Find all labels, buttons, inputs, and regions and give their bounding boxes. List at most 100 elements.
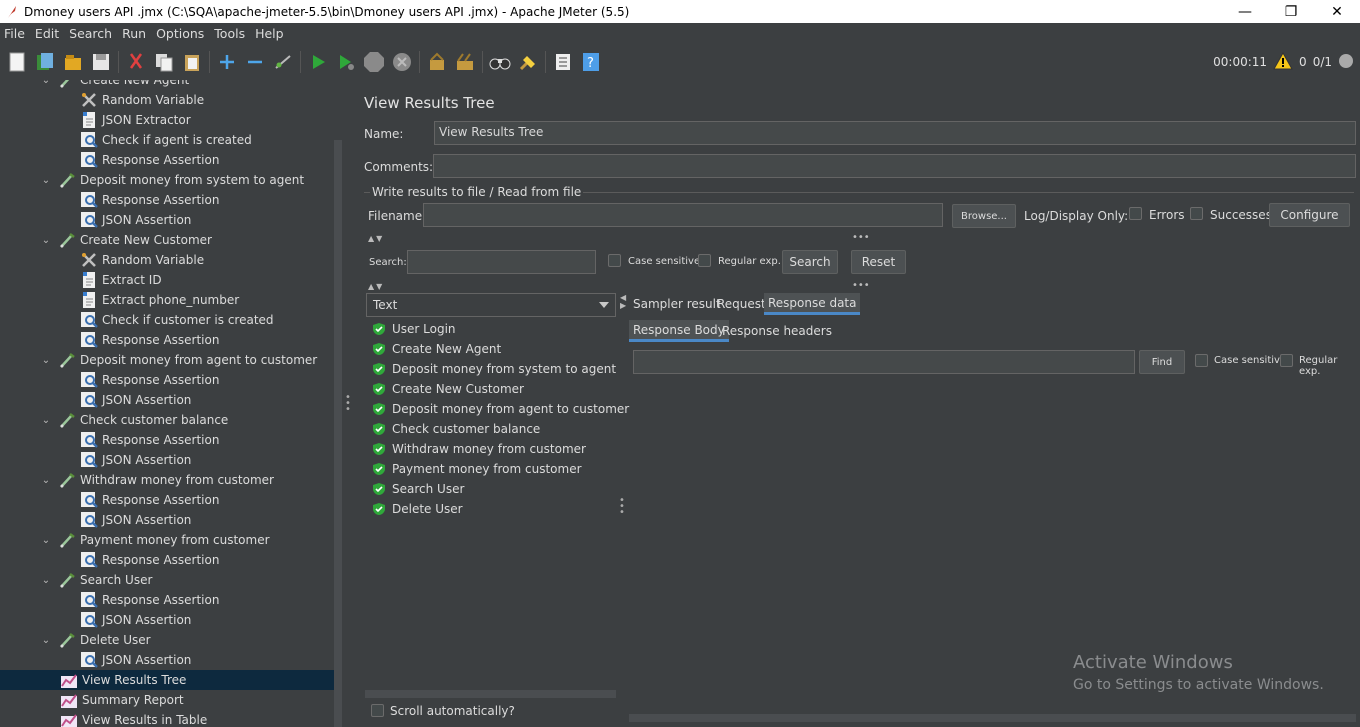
- collapse-arrows[interactable]: ▲▼: [368, 234, 384, 243]
- tree-item[interactable]: Response Assertion: [80, 590, 219, 610]
- errors-checkbox[interactable]: [1129, 207, 1142, 220]
- close-button[interactable]: ✕: [1314, 0, 1360, 23]
- splitter-dots[interactable]: •••: [852, 232, 870, 243]
- tree-scrollbar[interactable]: [334, 140, 342, 727]
- tree-item[interactable]: ⌄ Deposit money from system to agent: [40, 170, 304, 190]
- tree-item[interactable]: View Results Tree: [0, 670, 334, 690]
- scroll-automatically-checkbox[interactable]: [371, 704, 384, 717]
- splitter-dots[interactable]: •••: [852, 280, 870, 291]
- menu-help[interactable]: Help: [251, 26, 288, 41]
- paste-icon[interactable]: [181, 51, 203, 73]
- response-hscrollbar[interactable]: [629, 714, 1356, 722]
- chevron-down-icon[interactable]: ⌄: [40, 535, 52, 546]
- find-case-sensitive-checkbox[interactable]: [1195, 354, 1208, 367]
- clear-all-icon[interactable]: [454, 51, 476, 73]
- name-field[interactable]: View Results Tree: [434, 121, 1356, 145]
- result-item[interactable]: User Login: [372, 319, 456, 339]
- templates-icon[interactable]: [34, 51, 56, 73]
- tree-item[interactable]: Summary Report: [60, 690, 184, 710]
- case-sensitive-checkbox[interactable]: [608, 254, 621, 267]
- browse-button[interactable]: Browse...: [952, 204, 1016, 228]
- tab-response-headers[interactable]: Response headers: [718, 320, 836, 342]
- menu-search[interactable]: Search: [65, 26, 116, 41]
- menu-edit[interactable]: Edit: [31, 26, 63, 41]
- find-regular-exp-checkbox[interactable]: [1280, 354, 1293, 367]
- reset-search-icon[interactable]: [517, 51, 539, 73]
- start-icon[interactable]: [307, 51, 329, 73]
- regular-exp-checkbox[interactable]: [698, 254, 711, 267]
- collapse-arrows[interactable]: ◀ ▶: [620, 294, 626, 310]
- result-item[interactable]: Deposit money from system to agent: [372, 359, 616, 379]
- comments-field[interactable]: [433, 154, 1356, 178]
- find-field[interactable]: [633, 350, 1135, 374]
- tree-item[interactable]: Random Variable: [80, 250, 204, 270]
- shutdown-icon[interactable]: [391, 51, 413, 73]
- tree-item[interactable]: Extract phone_number: [80, 290, 239, 310]
- tree-item[interactable]: ⌄ Delete User: [40, 630, 151, 650]
- binoculars-icon[interactable]: [489, 51, 511, 73]
- chevron-down-icon[interactable]: ⌄: [40, 80, 52, 86]
- help-icon[interactable]: ?: [580, 51, 602, 73]
- find-button[interactable]: Find: [1139, 350, 1185, 374]
- result-item[interactable]: Delete User: [372, 499, 463, 519]
- function-helper-icon[interactable]: [552, 51, 574, 73]
- tree-item[interactable]: JSON Assertion: [80, 610, 191, 630]
- result-item[interactable]: Withdraw money from customer: [372, 439, 586, 459]
- tab-response-body[interactable]: Response Body: [629, 320, 729, 342]
- tree-item[interactable]: View Results in Table: [60, 710, 207, 727]
- tree-item[interactable]: ⌄ Check customer balance: [40, 410, 228, 430]
- save-icon[interactable]: [90, 51, 112, 73]
- successes-checkbox[interactable]: [1190, 207, 1203, 220]
- tree-item[interactable]: Random Variable: [80, 90, 204, 110]
- chevron-down-icon[interactable]: ⌄: [40, 415, 52, 426]
- filename-field[interactable]: [423, 203, 943, 227]
- result-item[interactable]: Create New Customer: [372, 379, 524, 399]
- search-field[interactable]: [407, 250, 596, 274]
- chevron-down-icon[interactable]: ⌄: [40, 355, 52, 366]
- tree-item[interactable]: Response Assertion: [80, 490, 219, 510]
- splitter-handle[interactable]: • • •: [345, 393, 351, 415]
- tree-item[interactable]: Response Assertion: [80, 430, 219, 450]
- result-item[interactable]: Search User: [372, 479, 464, 499]
- tree-item[interactable]: JSON Assertion: [80, 210, 191, 230]
- collapse-icon[interactable]: [244, 51, 266, 73]
- chevron-down-icon[interactable]: ⌄: [40, 175, 52, 186]
- tree-item[interactable]: ⌄ Search User: [40, 570, 152, 590]
- tree-item[interactable]: Response Assertion: [80, 550, 219, 570]
- tree-item[interactable]: Check if customer is created: [80, 310, 274, 330]
- result-item[interactable]: Deposit money from agent to customer: [372, 399, 629, 419]
- reset-button[interactable]: Reset: [851, 250, 906, 274]
- tree-item[interactable]: JSON Assertion: [80, 650, 191, 670]
- collapse-arrows[interactable]: ▲▼: [368, 282, 384, 291]
- tree-item[interactable]: ⌄ Withdraw money from customer: [40, 470, 274, 490]
- tree-item[interactable]: ⌄ Create New Agent: [40, 80, 189, 90]
- tab-response-data[interactable]: Response data: [764, 293, 861, 315]
- tree-item[interactable]: Response Assertion: [80, 190, 219, 210]
- result-item[interactable]: Create New Agent: [372, 339, 501, 359]
- tree-item[interactable]: JSON Extractor: [80, 110, 191, 130]
- menu-tools[interactable]: Tools: [210, 26, 249, 41]
- expand-icon[interactable]: [216, 51, 238, 73]
- tree-item[interactable]: Response Assertion: [80, 330, 219, 350]
- chevron-down-icon[interactable]: ⌄: [40, 235, 52, 246]
- new-icon[interactable]: [6, 51, 28, 73]
- renderer-select[interactable]: Text: [366, 293, 616, 317]
- warning-icon[interactable]: [1273, 51, 1293, 73]
- chevron-down-icon[interactable]: ⌄: [40, 475, 52, 486]
- tree-item[interactable]: JSON Assertion: [80, 390, 191, 410]
- menu-file[interactable]: File: [0, 26, 29, 41]
- tree-item[interactable]: JSON Assertion: [80, 510, 191, 530]
- tree-item[interactable]: Check if agent is created: [80, 130, 252, 150]
- minimize-button[interactable]: —: [1222, 0, 1268, 23]
- chevron-down-icon[interactable]: ⌄: [40, 575, 52, 586]
- splitter-handle[interactable]: • • •: [619, 496, 625, 518]
- results-hscrollbar[interactable]: [365, 690, 616, 698]
- tree-item[interactable]: Response Assertion: [80, 370, 219, 390]
- tree-item[interactable]: JSON Assertion: [80, 450, 191, 470]
- tree-item[interactable]: Extract ID: [80, 270, 162, 290]
- start-no-pauses-icon[interactable]: [335, 51, 357, 73]
- search-button[interactable]: Search: [782, 250, 838, 274]
- tab-request[interactable]: Request: [713, 293, 770, 315]
- tree-item[interactable]: ⌄ Deposit money from agent to customer: [40, 350, 317, 370]
- chevron-down-icon[interactable]: ⌄: [40, 635, 52, 646]
